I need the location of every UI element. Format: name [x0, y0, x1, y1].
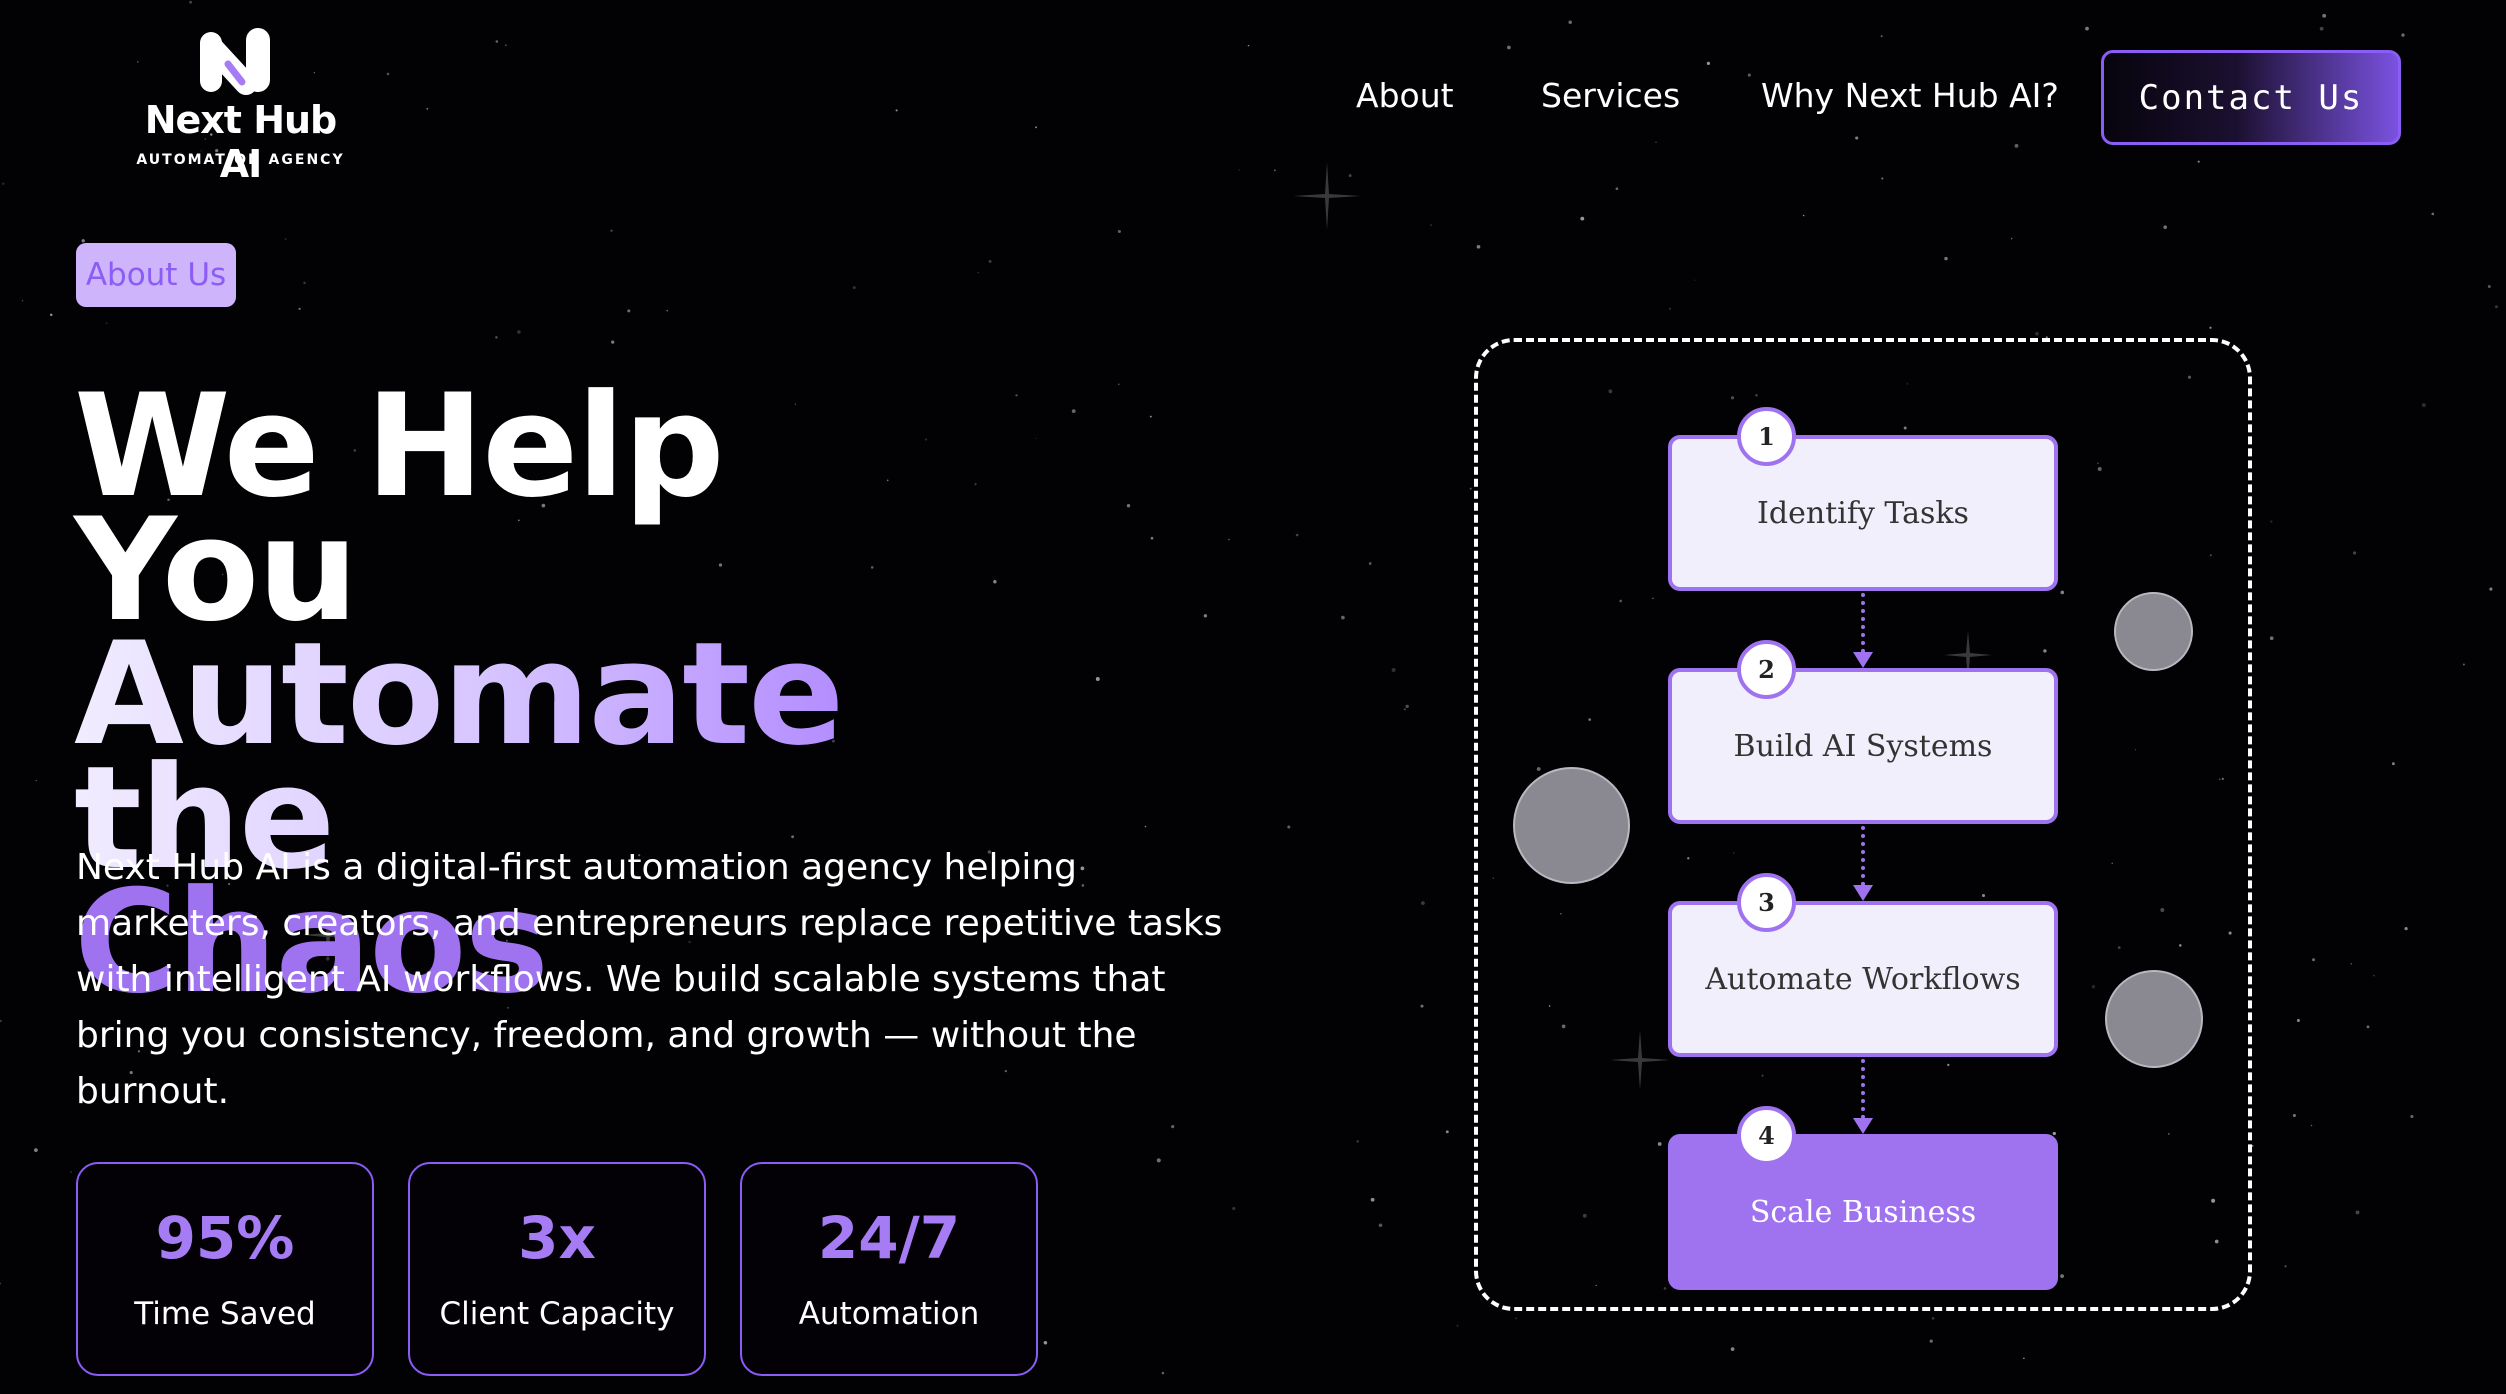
arrow-down-icon [1853, 1118, 1873, 1134]
step-connector [1861, 1059, 1865, 1119]
contact-us-button[interactable]: Contact Us [2101, 50, 2401, 145]
stat-card-time-saved: 95% Time Saved [76, 1162, 374, 1376]
stat-label: Time Saved [134, 1296, 316, 1332]
step-number-badge: 1 [1737, 407, 1796, 466]
stat-label: Automation [798, 1296, 980, 1332]
nav-link-about[interactable]: About [1356, 76, 1454, 115]
page: Next Hub AI AUTOMATION AGENCY About Serv… [0, 0, 2506, 1394]
flow-step-automate-workflows: Automate Workflows [1668, 901, 2058, 1057]
stat-value: 95% [155, 1204, 295, 1272]
decorative-orb [2105, 970, 2203, 1068]
flow-step-scale-business: Scale Business [1668, 1134, 2058, 1290]
brand-logo[interactable]: Next Hub AI AUTOMATION AGENCY [118, 26, 363, 186]
hero-description: Next Hub AI is a digital-first automatio… [76, 847, 1223, 1112]
stat-label: Client Capacity [439, 1296, 675, 1332]
nh-monogram-icon [200, 28, 270, 95]
stat-card-automation: 24/7 Automation [740, 1162, 1038, 1376]
about-us-badge: About Us [76, 243, 236, 307]
step-number-badge: 3 [1737, 873, 1796, 932]
headline-line-1: We Help You [74, 364, 725, 653]
nav-link-why-next-hub-ai[interactable]: Why Next Hub AI? [1761, 76, 2059, 115]
brand-name: Next Hub AI [144, 98, 338, 186]
stat-card-client-capacity: 3x Client Capacity [408, 1162, 706, 1376]
arrow-down-icon [1853, 885, 1873, 901]
flow-step-identify-tasks: Identify Tasks [1668, 435, 2058, 591]
step-connector [1861, 826, 1865, 886]
stat-value: 24/7 [817, 1204, 961, 1272]
brand-tagline: AUTOMATION AGENCY [136, 152, 345, 168]
decorative-orb [1513, 767, 1630, 884]
decorative-orb [2114, 592, 2193, 671]
nav-link-services[interactable]: Services [1541, 76, 1680, 115]
arrow-down-icon [1853, 652, 1873, 668]
flow-step-build-ai-systems: Build AI Systems [1668, 668, 2058, 824]
step-number-badge: 2 [1737, 640, 1796, 699]
step-number-badge: 4 [1737, 1106, 1796, 1165]
stat-value: 3x [518, 1204, 596, 1272]
step-connector [1861, 593, 1865, 653]
